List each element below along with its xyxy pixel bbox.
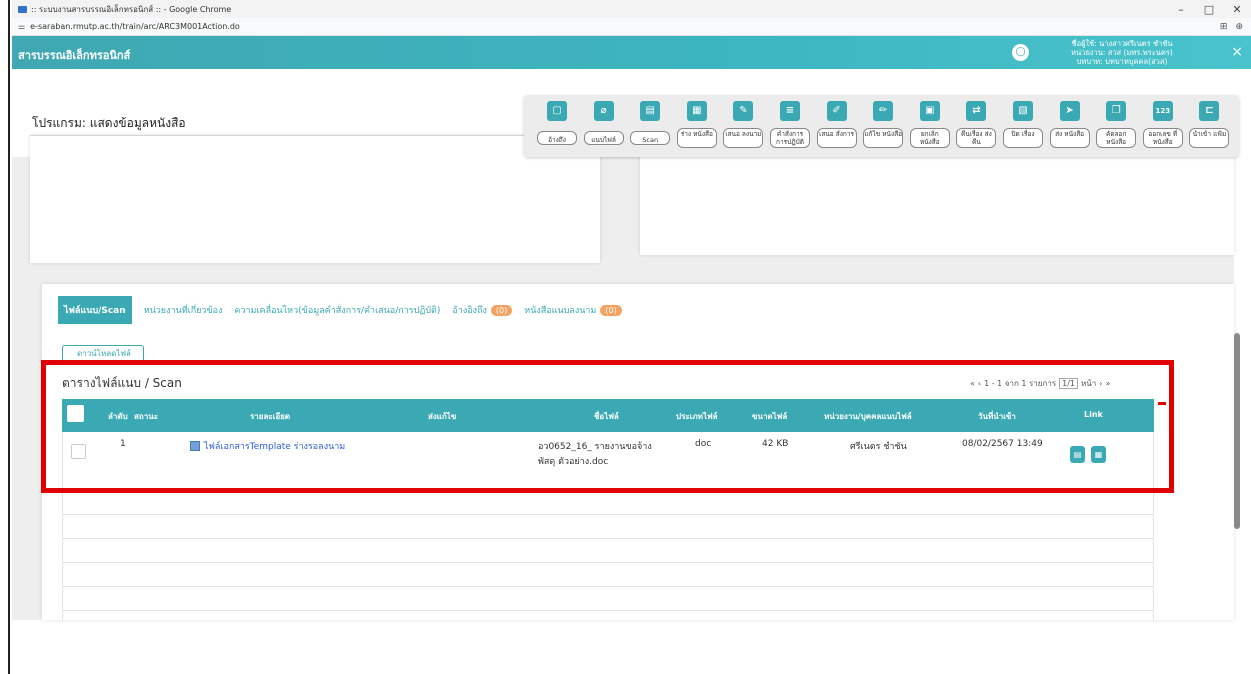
- edit-icon: ✏: [873, 101, 894, 121]
- toolbar-button-label: Scan: [630, 131, 671, 145]
- url-text[interactable]: e-saraban.rmutp.ac.th/train/arc/ARC3M001…: [30, 22, 240, 31]
- tab-count-badge: (0): [600, 304, 622, 316]
- send-icon: ➤: [1059, 101, 1080, 121]
- toolbar-button-label: เสนอ สั่งการ: [816, 128, 857, 148]
- minimize-icon[interactable]: –: [1167, 3, 1195, 16]
- close-doc-icon: ▧: [1013, 101, 1033, 121]
- toolbar-button-1[interactable]: ▢ อ้างถึง: [536, 101, 578, 151]
- toolbar-button-8[interactable]: ✏ แก้ไข หนังสือ: [862, 101, 904, 151]
- toolbar-button-9[interactable]: ▣ ยกเลิก หนังสือ: [909, 101, 951, 151]
- paperclip-icon: ⌀: [593, 101, 614, 121]
- zoom-icon[interactable]: ⊕: [1235, 22, 1243, 32]
- toolbar-button-label: คืนเรื่อง ส่งคืน: [956, 128, 997, 148]
- browser-window: :: ระบบงานสารบรรณอิเล็กทรอนิกส์ :: - Goo…: [12, 0, 1251, 674]
- close-window-icon[interactable]: ✕: [1223, 3, 1251, 16]
- toolbar-button-label: นำเข้า แฟ้ม: [1189, 128, 1230, 148]
- toolbar-button-label: ปิด เรื่อง: [1003, 128, 1043, 148]
- toolbar-button-14[interactable]: 123 ออกเลข ที่หนังสือ: [1142, 101, 1184, 151]
- import-folder-icon: ⊏: [1199, 101, 1220, 121]
- app-title: สารบรรณอิเล็กทรอนิกส์: [18, 49, 131, 62]
- sign-icon: ✎: [733, 101, 754, 121]
- row-divider: [62, 562, 1154, 563]
- favicon-icon: [18, 5, 27, 13]
- row-divider: [62, 610, 1154, 611]
- user-role: บทบาท: บทบาทบุคคล(สวส): [1076, 57, 1168, 66]
- tab-3[interactable]: ความเคลื่อนไหว(ข้อมูลคำสั่งการ/คำเสนอ/กา…: [234, 303, 440, 317]
- toolbar-button-13[interactable]: ❐ คัดลอก หนังสือ: [1095, 101, 1137, 151]
- tab-label: หน่วยงานที่เกี่ยวข้อง: [143, 306, 223, 316]
- translate-icon[interactable]: ⊞: [1220, 22, 1228, 32]
- browser-titlebar: :: ระบบงานสารบรรณอิเล็กทรอนิกส์ :: - Goo…: [12, 0, 1251, 18]
- info-panel-left: [30, 135, 600, 263]
- page-scrollbar[interactable]: [1234, 333, 1240, 529]
- maximize-icon[interactable]: □: [1195, 3, 1223, 16]
- address-bar[interactable]: ⚌ e-saraban.rmutp.ac.th/train/arc/ARC3M0…: [12, 18, 1251, 36]
- toolbar-button-4[interactable]: ▦ ร่าง หนังสือ: [676, 101, 718, 151]
- address-bar-actions: ⊞ ⊕: [1220, 22, 1243, 32]
- order-icon: ≡: [780, 101, 800, 121]
- close-app-icon[interactable]: ×: [1231, 44, 1243, 60]
- number-icon: 123: [1152, 101, 1173, 121]
- tab-label: หนังสือแนบลงนาม: [524, 306, 597, 316]
- highlight-marker: [1158, 402, 1166, 405]
- copy-icon: ▢: [547, 101, 567, 121]
- tab-1[interactable]: ไฟล์แนบ/Scan: [58, 296, 132, 324]
- toolbar-button-label: ยกเลิก หนังสือ: [909, 128, 950, 148]
- toolbar-button-label: เสนอ ลงนาม: [723, 128, 764, 148]
- row-divider: [62, 586, 1154, 587]
- propose-icon: ✐: [826, 101, 847, 121]
- app-header: สารบรรณอิเล็กทรอนิกส์ ◯ ชื่อผู้ใช้: นางส…: [12, 36, 1251, 69]
- toolbar-button-15[interactable]: ⊏ นำเข้า แฟ้ม: [1188, 101, 1230, 151]
- toolbar-button-label: คัดลอก หนังสือ: [1096, 128, 1137, 148]
- tab-label: ความเคลื่อนไหว(ข้อมูลคำสั่งการ/คำเสนอ/กา…: [234, 306, 441, 316]
- user-department: หน่วยงาน: สวส (มทร.พระนคร): [1071, 48, 1173, 57]
- row-divider: [62, 538, 1154, 539]
- cancel-doc-icon: ▣: [919, 101, 940, 121]
- toolbar-button-label: ส่ง หนังสือ: [1049, 128, 1090, 148]
- return-icon: ⇄: [966, 101, 987, 121]
- row-divider: [62, 514, 1154, 515]
- highlight-box: [41, 360, 1174, 493]
- tab-count-badge: (0): [490, 304, 513, 316]
- window-controls: – □ ✕: [1167, 3, 1251, 16]
- toolbar-button-12[interactable]: ➤ ส่ง หนังสือ: [1049, 101, 1091, 151]
- user-info: ชื่อผู้ใช้: นางสาวศรีเนตร ชำชัน หน่วยงาน…: [1042, 39, 1202, 66]
- toolbar-button-label: ออกเลข ที่หนังสือ: [1142, 128, 1183, 148]
- user-name: ชื่อผู้ใช้: นางสาวศรีเนตร ชำชัน: [1071, 39, 1173, 48]
- toolbar-button-label: อ้างถึง: [537, 131, 577, 145]
- toolbar-button-7[interactable]: ✐ เสนอ สั่งการ: [816, 101, 858, 151]
- tab-bar: ไฟล์แนบ/Scan หน่วยงานที่เกี่ยวข้อง ความเคล…: [58, 296, 634, 324]
- tab-label: ไฟล์แนบ/Scan: [64, 306, 126, 316]
- toolbar-button-label: แนบไฟล์: [583, 131, 624, 145]
- window-left-edge: [0, 0, 10, 674]
- program-divider: [30, 135, 542, 136]
- toolbar-button-2[interactable]: ⌀ แนบไฟล์: [583, 101, 625, 151]
- toolbar-button-10[interactable]: ⇄ คืนเรื่อง ส่งคืน: [955, 101, 997, 151]
- user-avatar-icon[interactable]: ◯: [1012, 44, 1029, 61]
- toolbar-button-5[interactable]: ✎ เสนอ ลงนาม: [722, 101, 764, 151]
- tab-5[interactable]: หนังสือแนบลงนาม (0): [524, 303, 622, 317]
- program-title: โปรแกรม: แสดงข้อมูลหนังสือ: [32, 116, 186, 130]
- toolbar-button-11[interactable]: ▧ ปิด เรื่อง: [1002, 101, 1044, 151]
- document-icon: ▦: [686, 101, 707, 121]
- duplicate-icon: ❐: [1106, 101, 1127, 121]
- toolbar-button-3[interactable]: ▤ Scan: [629, 101, 671, 151]
- toolbar-button-label: แก้ไข หนังสือ: [863, 128, 904, 148]
- scan-icon: ▤: [640, 101, 661, 121]
- toolbar-button-label: ร่าง หนังสือ: [676, 128, 717, 148]
- browser-title: :: ระบบงานสารบรรณอิเล็กทรอนิกส์ :: - Goo…: [31, 4, 232, 14]
- tab-label: อ้างอิงถึง: [452, 306, 487, 316]
- action-toolbar: ▢ อ้างถึง ⌀ แนบไฟล์ ▤ Scan ▦ ร่าง หนังสือ ✎ เสนอ …: [524, 95, 1239, 157]
- tab-2[interactable]: หน่วยงานที่เกี่ยวข้อง: [144, 303, 223, 317]
- site-info-icon[interactable]: ⚌: [18, 22, 25, 31]
- tab-4[interactable]: อ้างอิงถึง (0): [452, 303, 513, 317]
- toolbar-button-label: คำสั่งการ การปฏิบัติ: [770, 128, 810, 148]
- toolbar-button-6[interactable]: ≡ คำสั่งการ การปฏิบัติ: [769, 101, 811, 151]
